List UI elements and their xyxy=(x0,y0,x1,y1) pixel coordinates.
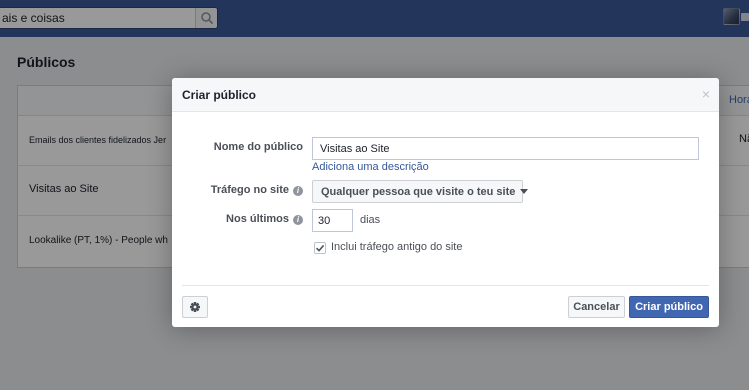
info-icon[interactable]: i xyxy=(293,215,303,225)
gear-icon xyxy=(190,302,200,312)
create-audience-button[interactable]: Criar público xyxy=(629,296,709,318)
website-traffic-selected-value: Qualquer pessoa que visite o teu site xyxy=(321,186,516,198)
last-days-label: Nos últimos i xyxy=(226,213,303,225)
include-past-traffic-checkbox[interactable] xyxy=(314,242,326,254)
chevron-down-icon xyxy=(520,189,529,194)
close-icon[interactable]: × xyxy=(702,86,710,102)
include-past-traffic-label[interactable]: Inclui tráfego antigo do site xyxy=(331,241,462,253)
dialog-divider xyxy=(182,285,709,286)
last-days-label-text: Nos últimos xyxy=(226,213,289,225)
website-traffic-label-text: Tráfego no site xyxy=(210,184,289,196)
checkmark-icon xyxy=(315,244,325,252)
add-description-link[interactable]: Adiciona uma descrição xyxy=(312,161,429,173)
audience-name-label: Nome do público xyxy=(213,141,303,153)
audience-name-input[interactable] xyxy=(312,137,699,160)
dialog-header: Criar público × xyxy=(172,78,719,112)
dialog-title: Criar público xyxy=(182,88,257,102)
create-audience-dialog: Criar público × Nome do público Adiciona… xyxy=(172,78,719,327)
cancel-button[interactable]: Cancelar xyxy=(568,296,625,318)
settings-button[interactable] xyxy=(182,296,208,318)
days-input[interactable] xyxy=(312,209,353,232)
info-icon[interactable]: i xyxy=(293,186,303,196)
website-traffic-label: Tráfego no site i xyxy=(211,184,303,196)
days-unit-label: dias xyxy=(360,214,381,226)
website-traffic-select[interactable]: Qualquer pessoa que visite o teu site xyxy=(312,180,529,203)
